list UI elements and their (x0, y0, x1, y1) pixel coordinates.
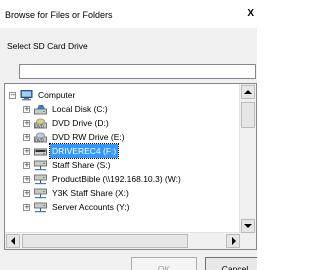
vertical-scrollbar[interactable] (239, 84, 256, 234)
scroll-left-button[interactable] (6, 234, 20, 248)
tree-item-label: Local Disk (C:) (52, 104, 108, 114)
arrow-right-icon (232, 237, 236, 245)
folder-path-field[interactable] (19, 64, 256, 79)
vertical-scroll-thumb[interactable] (241, 102, 255, 128)
horizontal-scrollbar[interactable] (5, 232, 241, 249)
scroll-right-button[interactable] (226, 234, 240, 248)
tree-item-label: Y3K Staff Share (X:) (52, 188, 129, 198)
tree-item-label: DVD Drive (D:) (52, 118, 109, 128)
scroll-up-button[interactable] (241, 85, 255, 99)
browse-dialog: Browse for Files or Folders X Select SD … (0, 0, 257, 270)
svg-text:DVD: DVD (35, 124, 44, 129)
cancel-button[interactable]: Cancel (205, 257, 257, 270)
tree-item-label: DVD RW Drive (E:) (52, 132, 125, 142)
tree-item-computer[interactable]: − Computer (9, 88, 77, 102)
removable-drive-icon (34, 146, 47, 156)
window-title: Browse for Files or Folders (5, 10, 113, 20)
dvd-rw-drive-icon: DVD (34, 132, 47, 143)
expand-icon[interactable]: + (23, 133, 30, 141)
title-bar[interactable]: Browse for Files or Folders X (0, 0, 257, 28)
tree-item-driverec4-f[interactable]: + DRIVEREC4 (F:) (23, 143, 120, 159)
expand-icon[interactable]: + (23, 105, 30, 113)
tree-item-label: Staff Share (S:) (52, 160, 111, 170)
expand-icon[interactable]: + (23, 161, 30, 169)
expand-icon[interactable]: + (23, 189, 30, 197)
arrow-left-icon (11, 237, 15, 245)
instruction-text: Select SD Card Drive (7, 41, 88, 51)
arrow-down-icon (244, 224, 252, 228)
tree-item-label: DRIVEREC4 (F:) (48, 143, 120, 159)
network-drive-icon (34, 160, 47, 171)
computer-icon (20, 90, 33, 101)
tree-item-label: Server Accounts (Y:) (52, 202, 130, 212)
local-disk-icon (34, 104, 47, 115)
tree-item-label: ProductBible (\\192.168.10.3) (W:) (52, 174, 181, 184)
network-drive-icon (34, 188, 47, 199)
tree-item-server-accounts-y[interactable]: + Server Accounts (Y:) (23, 200, 131, 214)
tree-item-dvd-rw-drive-e[interactable]: + DVD DVD RW Drive (E:) (23, 130, 127, 144)
svg-text:DVD: DVD (35, 138, 44, 143)
tree-content: − Computer + Local Disk (C:) + DVD DVD D… (5, 84, 241, 234)
scrollbar-corner (240, 233, 256, 249)
tree-item-productbible-w[interactable]: + ProductBible (\\192.168.10.3) (W:) (23, 172, 183, 186)
folder-tree[interactable]: − Computer + Local Disk (C:) + DVD DVD D… (4, 83, 257, 250)
horizontal-scroll-thumb[interactable] (22, 234, 188, 248)
ok-button[interactable]: OK (131, 257, 197, 270)
tree-item-label: Computer (38, 90, 76, 100)
expand-icon[interactable]: + (23, 119, 30, 127)
tree-item-staff-share-s[interactable]: + Staff Share (S:) (23, 158, 112, 172)
expand-icon[interactable]: + (23, 175, 30, 183)
scroll-down-button[interactable] (241, 219, 255, 233)
close-icon[interactable]: X (247, 8, 254, 19)
network-drive-icon (34, 202, 47, 213)
network-drive-icon (34, 174, 47, 185)
arrow-up-icon (244, 90, 252, 94)
collapse-icon[interactable]: − (9, 91, 16, 99)
tree-item-dvd-drive-d[interactable]: + DVD DVD Drive (D:) (23, 116, 111, 130)
expand-icon[interactable]: + (23, 147, 30, 155)
expand-icon[interactable]: + (23, 203, 30, 211)
tree-item-y3k-staff-share-x[interactable]: + Y3K Staff Share (X:) (23, 186, 131, 200)
dvd-drive-icon: DVD (34, 118, 47, 129)
tree-item-local-disk-c[interactable]: + Local Disk (C:) (23, 102, 110, 116)
